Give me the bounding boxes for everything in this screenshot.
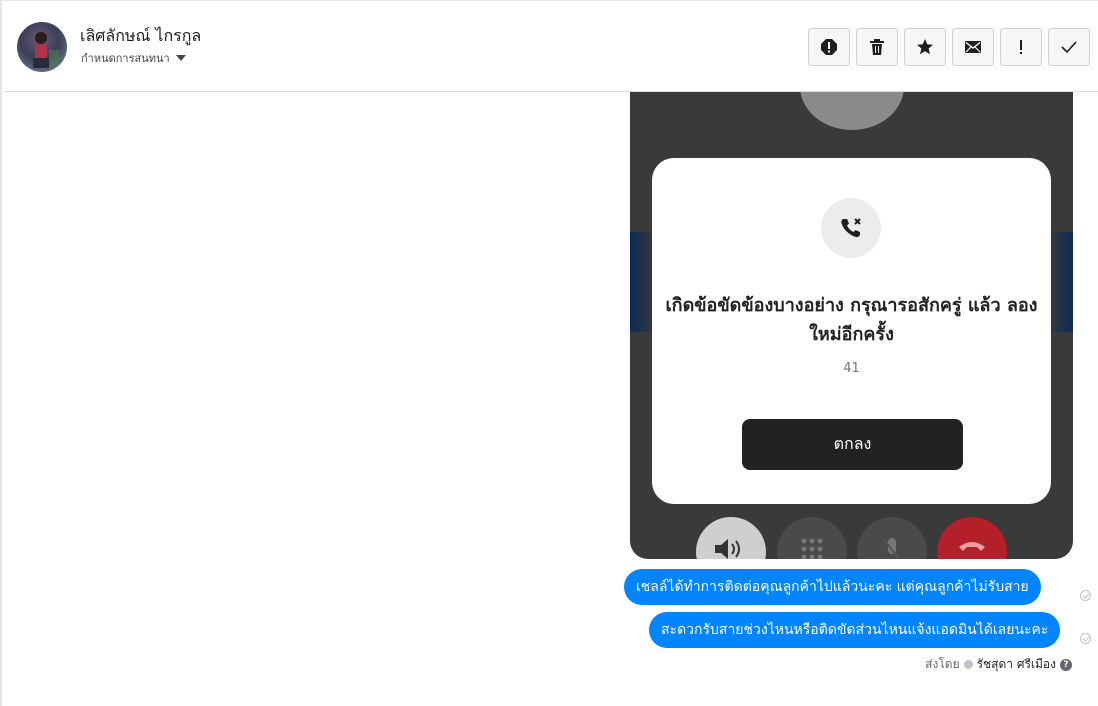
contact-name: เลิศลักษณ์ ไกรกูล — [80, 26, 202, 45]
mark-done-button[interactable] — [1048, 28, 1090, 66]
error-message: เกิดข้อขัดข้องบางอย่าง กรุณารอสักครู่ แล… — [665, 295, 1038, 345]
conversation-header: เลิศลักษณ์ ไกรกูล กำหนดการสนทนา — [4, 2, 1098, 92]
agent-status-icon — [963, 660, 973, 669]
caret-down-icon — [175, 55, 186, 61]
sent-by-label: ส่งโดย — [925, 657, 960, 671]
star-icon — [917, 39, 933, 55]
assign-conversation-dropdown[interactable]: กำหนดการสนทนา — [81, 49, 186, 67]
message-bubble[interactable]: สะดวกรับสายช่วงไหนหรือติดขัดส่วนไหนแจ้งแ… — [649, 612, 1061, 648]
call-failed-icon — [821, 198, 881, 258]
assign-label: กำหนดการสนทนา — [81, 52, 170, 65]
message-bubble[interactable]: เชลล์ได้ทำการติดต่อคุณลูกค้าไปแล้วนะคะ แ… — [624, 569, 1041, 605]
spam-alert-icon — [821, 39, 837, 55]
spam-button[interactable] — [808, 28, 850, 66]
action-toolbar — [808, 28, 1090, 66]
sent-by-line: ส่งโดย รัชสุดา ศรีเมือง ? — [925, 655, 1072, 674]
seen-icon — [1080, 590, 1091, 601]
seen-icon — [1080, 633, 1091, 644]
error-dialog: เกิดข้อขัดข้องบางอย่าง กรุณารอสักครู่ แล… — [652, 158, 1051, 504]
mute-icon — [857, 517, 927, 559]
keypad-icon — [777, 517, 847, 559]
error-code: 41 — [843, 361, 860, 376]
help-icon[interactable]: ? — [1060, 658, 1072, 671]
agent-name-link[interactable]: รัชสุดา ศรีเมือง — [977, 655, 1056, 674]
conversation-pane: เลิศลักษณ์ ไกรกูล กำหนดการสนทนา เกิดข้อข… — [0, 0, 1098, 706]
mark-unread-button[interactable] — [952, 28, 994, 66]
ok-button: ตกลง — [742, 419, 963, 470]
avatar[interactable] — [17, 22, 67, 72]
image-attachment[interactable]: เกิดข้อขัดข้องบางอย่าง กรุณารอสักครู่ แล… — [630, 92, 1073, 559]
follow-up-button[interactable] — [1000, 28, 1042, 66]
trash-icon — [870, 39, 884, 55]
star-button[interactable] — [904, 28, 946, 66]
checkmark-icon — [1061, 41, 1077, 54]
envelope-icon — [965, 41, 981, 53]
delete-button[interactable] — [856, 28, 898, 66]
hang-up-icon — [937, 517, 1007, 559]
exclamation-icon — [1020, 40, 1022, 54]
speaker-icon — [696, 517, 766, 559]
caller-avatar — [800, 92, 904, 130]
